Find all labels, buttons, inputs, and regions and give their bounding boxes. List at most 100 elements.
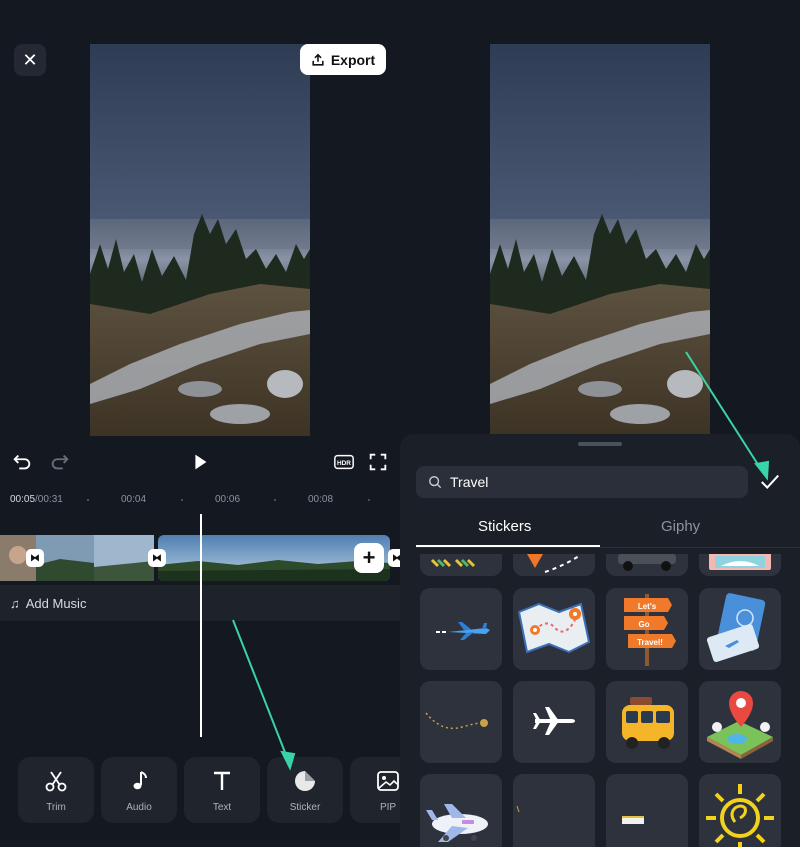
tool-trim[interactable]: Trim [18, 757, 94, 823]
hdr-icon: HDR [334, 454, 354, 470]
search-input[interactable] [450, 474, 730, 490]
passport-sticker-icon [706, 593, 766, 662]
tool-pip[interactable]: PIP [350, 757, 400, 823]
ticket-sticker-icon [709, 554, 771, 570]
sticker-item[interactable] [513, 774, 595, 847]
playhead[interactable] [200, 514, 202, 737]
tick-label: 00:08 [308, 494, 334, 505]
export-label: Export [330, 51, 376, 68]
video-preview[interactable] [490, 44, 710, 436]
sticker-item[interactable] [513, 681, 595, 763]
transition-button[interactable]: ⧓ [388, 549, 400, 567]
checkmark-icon [761, 474, 779, 489]
bottom-toolbar: Trim Audio Text Sticker PIP [18, 757, 400, 823]
search-icon [429, 476, 442, 489]
sticker-item[interactable] [606, 774, 688, 847]
timeline-ruler: 00:05/00:31 00:04 00:06 00:08 [0, 488, 400, 512]
landscape-frame [90, 44, 310, 436]
confirm-button[interactable] [758, 470, 782, 494]
yellow-bus-sticker-icon [622, 697, 674, 749]
time-current: 00:05 [10, 494, 36, 505]
active-tab-indicator [416, 545, 600, 547]
add-music-label: Add Music [25, 595, 87, 611]
video-clip[interactable] [0, 535, 154, 581]
playback-controls: HDR [0, 444, 400, 480]
editor-panel: ✕ Export HDR 00:05/00:31 00:04 00:06 00:… [0, 0, 400, 847]
location-island-sticker-icon [707, 691, 773, 759]
sticker-picker-panel: Stickers Giphy [400, 0, 800, 847]
tool-sticker[interactable]: Sticker [267, 757, 343, 823]
redo-button[interactable] [48, 450, 72, 474]
sticker-item[interactable] [420, 681, 502, 763]
svg-text:HDR: HDR [337, 460, 351, 467]
tool-label: PIP [379, 801, 397, 813]
fullscreen-icon [369, 453, 387, 471]
sticker-tabs: Stickers Giphy [416, 514, 800, 548]
sticker-item[interactable] [606, 554, 688, 576]
sticker-item[interactable] [420, 774, 502, 847]
sticker-item[interactable] [513, 554, 595, 576]
music-note-icon [126, 768, 152, 794]
sticker-sheet: Stickers Giphy [400, 434, 800, 847]
lets-go-travel-sign-sticker-icon: Let's Go Travel! [624, 594, 676, 666]
tool-label: Audio [126, 801, 152, 813]
sticker-item[interactable] [699, 554, 781, 576]
tab-giphy[interactable]: Giphy [661, 518, 700, 535]
undo-icon [13, 454, 31, 470]
tick-label: 00:06 [215, 494, 241, 505]
fullscreen-button[interactable] [366, 450, 390, 474]
sun-sticker-icon [706, 784, 774, 847]
airplane-white-sticker-icon [533, 707, 575, 735]
sign-text: Go [638, 620, 649, 629]
close-icon: ✕ [22, 49, 38, 70]
landscape-frame [490, 44, 710, 436]
play-icon [195, 454, 207, 470]
play-button[interactable] [188, 450, 212, 474]
time-total: /00:31 [35, 494, 63, 505]
sticker-item[interactable] [606, 681, 688, 763]
sticker-item[interactable] [420, 588, 502, 670]
video-preview[interactable] [90, 44, 310, 436]
transition-button[interactable]: ⧓ [26, 549, 44, 567]
scissors-icon [43, 768, 69, 794]
tool-label: Text [212, 801, 232, 813]
tool-text[interactable]: Text [184, 757, 260, 823]
tool-label: Trim [46, 801, 66, 813]
image-icon [375, 768, 400, 794]
tab-stickers[interactable]: Stickers [478, 518, 531, 535]
undo-button[interactable] [10, 450, 34, 474]
car-sticker-icon [618, 554, 676, 571]
sticker-item[interactable] [699, 774, 781, 847]
bar-sticker-icon [622, 816, 644, 824]
search-field[interactable] [416, 466, 748, 498]
export-button[interactable]: Export [300, 44, 386, 75]
sticker-item[interactable] [699, 681, 781, 763]
text-icon [209, 768, 235, 794]
tool-audio[interactable]: Audio [101, 757, 177, 823]
music-note-icon: ♫ [10, 595, 20, 611]
time-readout: 00:05/00:31 [10, 494, 63, 505]
blank-sticker-icon [516, 805, 520, 813]
dotted-path-sticker-icon [425, 712, 488, 730]
map-sticker-icon [517, 602, 591, 654]
tool-label: Sticker [289, 801, 321, 813]
flags-sticker-icon [430, 558, 476, 568]
drag-handle[interactable] [578, 442, 622, 446]
close-button[interactable]: ✕ [14, 44, 46, 76]
sticker-item[interactable] [420, 554, 502, 576]
transition-button[interactable]: ⧓ [148, 549, 166, 567]
toy-airplane-sticker-icon [426, 804, 488, 842]
upload-icon [312, 53, 324, 66]
redo-icon [51, 454, 69, 470]
sign-text: Let's [638, 602, 657, 611]
pin-route-sticker-icon [527, 554, 580, 573]
sticker-item[interactable]: Let's Go Travel! [606, 588, 688, 670]
hdr-button[interactable]: HDR [332, 450, 356, 474]
add-clip-button[interactable]: + [354, 543, 384, 573]
sticker-item[interactable] [699, 588, 781, 670]
sign-text: Travel! [637, 638, 663, 647]
airplane-blue-sticker-icon [436, 622, 490, 640]
tick-label: 00:04 [121, 494, 147, 505]
sticker-icon [292, 768, 318, 794]
sticker-item[interactable] [513, 588, 595, 670]
